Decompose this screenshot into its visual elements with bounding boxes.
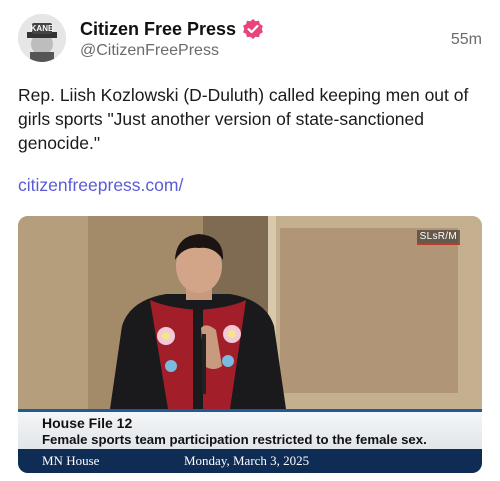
broadcaster-logo: SLsR/M: [416, 230, 460, 245]
chyron-info-bar: MN House Monday, March 3, 2025: [18, 449, 482, 473]
svg-text:KANE: KANE: [31, 24, 54, 33]
avatar-image: KANE: [18, 14, 66, 62]
video-thumbnail[interactable]: SLsR/M House File 12 Female sports team …: [18, 216, 482, 473]
broadcast-date: Monday, March 3, 2025: [184, 453, 310, 468]
author-row: Citizen Free Press: [80, 18, 264, 40]
author-name[interactable]: Citizen Free Press: [80, 19, 236, 40]
speaker-scene: [18, 216, 482, 409]
network-name: MN House: [42, 453, 100, 468]
author-handle[interactable]: @CitizenFreePress: [80, 42, 219, 60]
post-link[interactable]: citizenfreepress.com/: [18, 175, 183, 196]
chyron-bill-banner: House File 12 Female sports team partici…: [18, 409, 482, 452]
bill-title: House File 12: [42, 415, 133, 431]
post-header: KANE Citizen Free Press @CitizenFreePres…: [18, 14, 482, 66]
bill-description: Female sports team participation restric…: [42, 432, 427, 447]
post-text: Rep. Liish Kozlowski (D-Duluth) called k…: [18, 85, 469, 153]
avatar[interactable]: KANE: [18, 14, 66, 62]
verified-badge-icon: [242, 18, 264, 40]
post-timestamp[interactable]: 55m: [451, 31, 482, 49]
